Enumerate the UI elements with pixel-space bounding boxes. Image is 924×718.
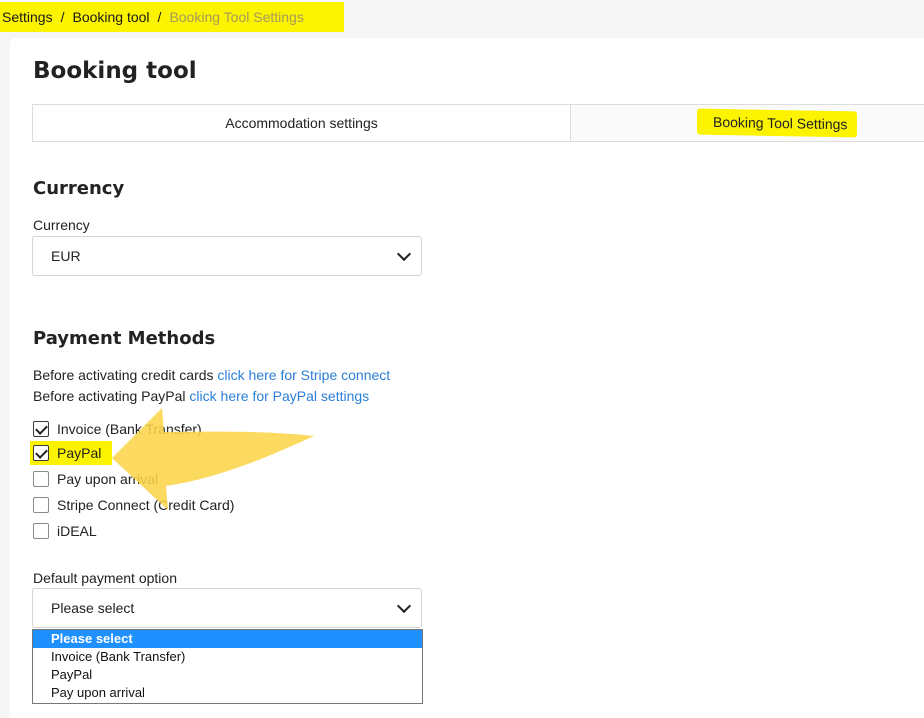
stripe-connect-link[interactable]: click here for Stripe connect bbox=[217, 367, 390, 383]
breadcrumb: Settings / Booking tool / Booking Tool S… bbox=[0, 2, 344, 32]
paypal-info-text: Before activating PayPal bbox=[33, 388, 190, 404]
currency-value: EUR bbox=[51, 248, 81, 264]
method-paypal[interactable]: PayPal bbox=[33, 443, 101, 463]
page-title: Booking tool bbox=[33, 58, 197, 84]
chevron-down-icon bbox=[396, 246, 412, 262]
checkbox-invoice[interactable] bbox=[33, 421, 49, 437]
breadcrumb-separator: / bbox=[60, 9, 65, 25]
checkbox-ideal[interactable] bbox=[33, 523, 49, 539]
breadcrumb-settings[interactable]: Settings bbox=[2, 9, 53, 25]
stripe-info: Before activating credit cards click her… bbox=[33, 367, 390, 383]
currency-select[interactable]: EUR bbox=[32, 236, 422, 276]
default-payment-select[interactable]: Please select bbox=[32, 588, 422, 628]
default-payment-label: Default payment option bbox=[33, 570, 177, 586]
method-label: Pay upon arrival bbox=[57, 471, 159, 487]
method-ideal[interactable]: iDEAL bbox=[33, 521, 97, 541]
chevron-down-icon bbox=[396, 598, 412, 614]
method-invoice[interactable]: Invoice (Bank Transfer) bbox=[33, 419, 202, 439]
method-label: PayPal bbox=[57, 445, 102, 461]
tab-label: Accommodation settings bbox=[225, 115, 378, 131]
tab-label: Booking Tool Settings bbox=[697, 108, 858, 138]
paypal-info: Before activating PayPal click here for … bbox=[33, 388, 369, 404]
dropdown-option[interactable]: Please select bbox=[33, 630, 422, 648]
checkbox-stripe-connect[interactable] bbox=[33, 497, 49, 513]
check-icon bbox=[34, 445, 48, 459]
currency-label: Currency bbox=[33, 217, 90, 233]
dropdown-option[interactable]: Pay upon arrival bbox=[33, 684, 422, 702]
payment-methods-title: Payment Methods bbox=[33, 328, 216, 349]
dropdown-option[interactable]: PayPal bbox=[33, 666, 422, 684]
default-payment-dropdown: Please select Invoice (Bank Transfer) Pa… bbox=[32, 629, 423, 704]
check-icon bbox=[34, 421, 48, 435]
tab-bar: Accommodation settings Booking Tool Sett… bbox=[32, 104, 924, 142]
settings-card: Booking tool Accommodation settings Book… bbox=[10, 38, 924, 718]
paypal-settings-link[interactable]: click here for PayPal settings bbox=[189, 388, 369, 404]
method-label: iDEAL bbox=[57, 523, 97, 539]
breadcrumb-separator: / bbox=[157, 9, 162, 25]
tab-booking-tool-settings[interactable]: Booking Tool Settings bbox=[571, 105, 924, 141]
default-payment-value: Please select bbox=[51, 600, 135, 616]
currency-section-title: Currency bbox=[33, 178, 125, 199]
breadcrumb-booking-tool[interactable]: Booking tool bbox=[72, 9, 149, 25]
checkbox-pay-upon-arrival[interactable] bbox=[33, 471, 49, 487]
method-label: Stripe Connect (Credit Card) bbox=[57, 497, 235, 513]
method-pay-upon-arrival[interactable]: Pay upon arrival bbox=[33, 469, 158, 489]
breadcrumb-current: Booking Tool Settings bbox=[169, 9, 304, 25]
method-label: Invoice (Bank Transfer) bbox=[57, 421, 202, 437]
tab-accommodation-settings[interactable]: Accommodation settings bbox=[33, 105, 571, 141]
method-stripe-connect[interactable]: Stripe Connect (Credit Card) bbox=[33, 495, 234, 515]
stripe-info-text: Before activating credit cards bbox=[33, 367, 218, 383]
dropdown-option[interactable]: Invoice (Bank Transfer) bbox=[33, 648, 422, 666]
checkbox-paypal[interactable] bbox=[33, 445, 49, 461]
